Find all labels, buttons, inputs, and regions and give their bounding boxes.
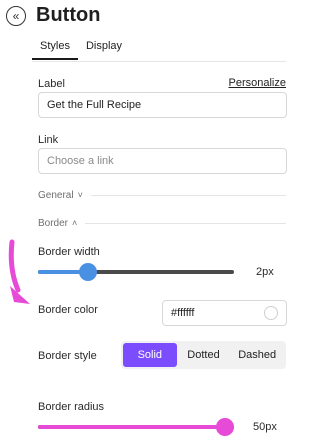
tab-display[interactable]: Display xyxy=(78,36,130,60)
chevron-up-icon: ˄ xyxy=(72,218,78,228)
link-field-label: Link xyxy=(38,134,59,146)
link-input[interactable]: Choose a link xyxy=(38,148,287,174)
section-border-label: Border xyxy=(38,217,69,229)
border-color-input[interactable]: #ffffff xyxy=(162,300,287,326)
border-width-slider[interactable] xyxy=(38,263,234,281)
border-style-dashed[interactable]: Dashed xyxy=(230,343,284,367)
slider-thumb[interactable] xyxy=(78,263,97,281)
border-style-solid[interactable]: Solid xyxy=(123,343,177,367)
chevron-down-icon: ˅ xyxy=(77,190,83,200)
chevron-double-left-icon: « xyxy=(12,9,20,23)
back-button[interactable]: « xyxy=(6,6,26,26)
pointer-arrow-icon xyxy=(8,239,30,304)
slider-fill xyxy=(38,425,225,429)
tab-bar: Styles Display xyxy=(32,36,130,60)
panel-header: « Button xyxy=(0,0,296,36)
section-border[interactable]: Border ˄ xyxy=(38,216,286,230)
border-style-dotted[interactable]: Dotted xyxy=(177,343,231,367)
border-style-segmented: Solid Dotted Dashed xyxy=(121,341,286,369)
section-general-rule xyxy=(90,194,286,196)
border-width-label: Border width xyxy=(38,246,100,258)
section-general-label: General xyxy=(38,189,74,201)
page-title: Button xyxy=(36,4,101,26)
section-general[interactable]: General ˅ xyxy=(38,188,286,202)
color-swatch[interactable] xyxy=(264,306,278,320)
section-border-rule xyxy=(85,222,286,224)
border-color-label: Border color xyxy=(38,304,98,316)
slider-thumb[interactable] xyxy=(216,418,234,436)
tabs-divider xyxy=(32,61,286,62)
border-radius-label: Border radius xyxy=(38,401,105,413)
personalize-link[interactable]: Personalize xyxy=(229,77,286,89)
border-style-label: Border style xyxy=(38,350,97,362)
border-color-value: #ffffff xyxy=(171,307,195,319)
label-field-label: Label xyxy=(38,78,65,90)
border-width-value: 2px xyxy=(256,266,274,278)
border-radius-slider[interactable] xyxy=(38,418,234,436)
border-radius-value: 50px xyxy=(253,421,277,433)
label-input[interactable]: Get the Full Recipe xyxy=(38,92,287,118)
tab-styles[interactable]: Styles xyxy=(32,36,78,60)
